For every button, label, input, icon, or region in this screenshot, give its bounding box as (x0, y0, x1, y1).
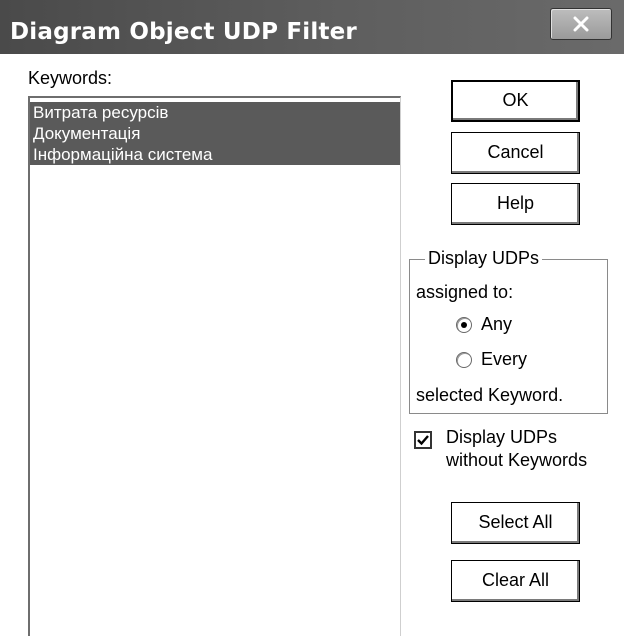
cancel-button[interactable]: Cancel (451, 132, 580, 174)
without-keywords-label-line1[interactable]: Display UDPs (446, 427, 557, 448)
display-udps-group: Display UDPs assigned to: Any Every sele… (409, 248, 608, 414)
title-bar: Diagram Object UDP Filter (0, 0, 624, 54)
keywords-listbox[interactable]: Витрата ресурсів Документація Інформацій… (28, 96, 401, 636)
checkmark-icon (417, 435, 429, 446)
select-all-button[interactable]: Select All (451, 502, 580, 544)
dialog-body: Keywords: Витрата ресурсів Документація … (0, 54, 624, 636)
without-keywords-label-line2[interactable]: without Keywords (446, 450, 587, 471)
assigned-to-label: assigned to: (416, 282, 514, 302)
help-button[interactable]: Help (451, 183, 580, 225)
keywords-label: Keywords: (28, 68, 113, 88)
list-item[interactable]: Документація (30, 123, 400, 144)
radio-every-label[interactable]: Every (481, 349, 527, 370)
close-icon (573, 16, 589, 32)
without-keywords-checkbox[interactable] (414, 431, 432, 449)
radio-any[interactable] (456, 317, 472, 333)
clear-all-button[interactable]: Clear All (451, 560, 580, 602)
radio-selected-dot (461, 322, 467, 328)
ok-button[interactable]: OK (451, 80, 580, 122)
close-button[interactable] (550, 8, 612, 40)
selected-keyword-label: selected Keyword. (416, 385, 564, 405)
group-title: Display UDPs (425, 248, 543, 269)
window-title: Diagram Object UDP Filter (10, 19, 357, 45)
radio-every[interactable] (456, 352, 472, 368)
list-item[interactable]: Інформаційна система (30, 144, 400, 165)
list-item[interactable]: Витрата ресурсів (30, 102, 400, 123)
radio-any-label[interactable]: Any (481, 314, 512, 335)
